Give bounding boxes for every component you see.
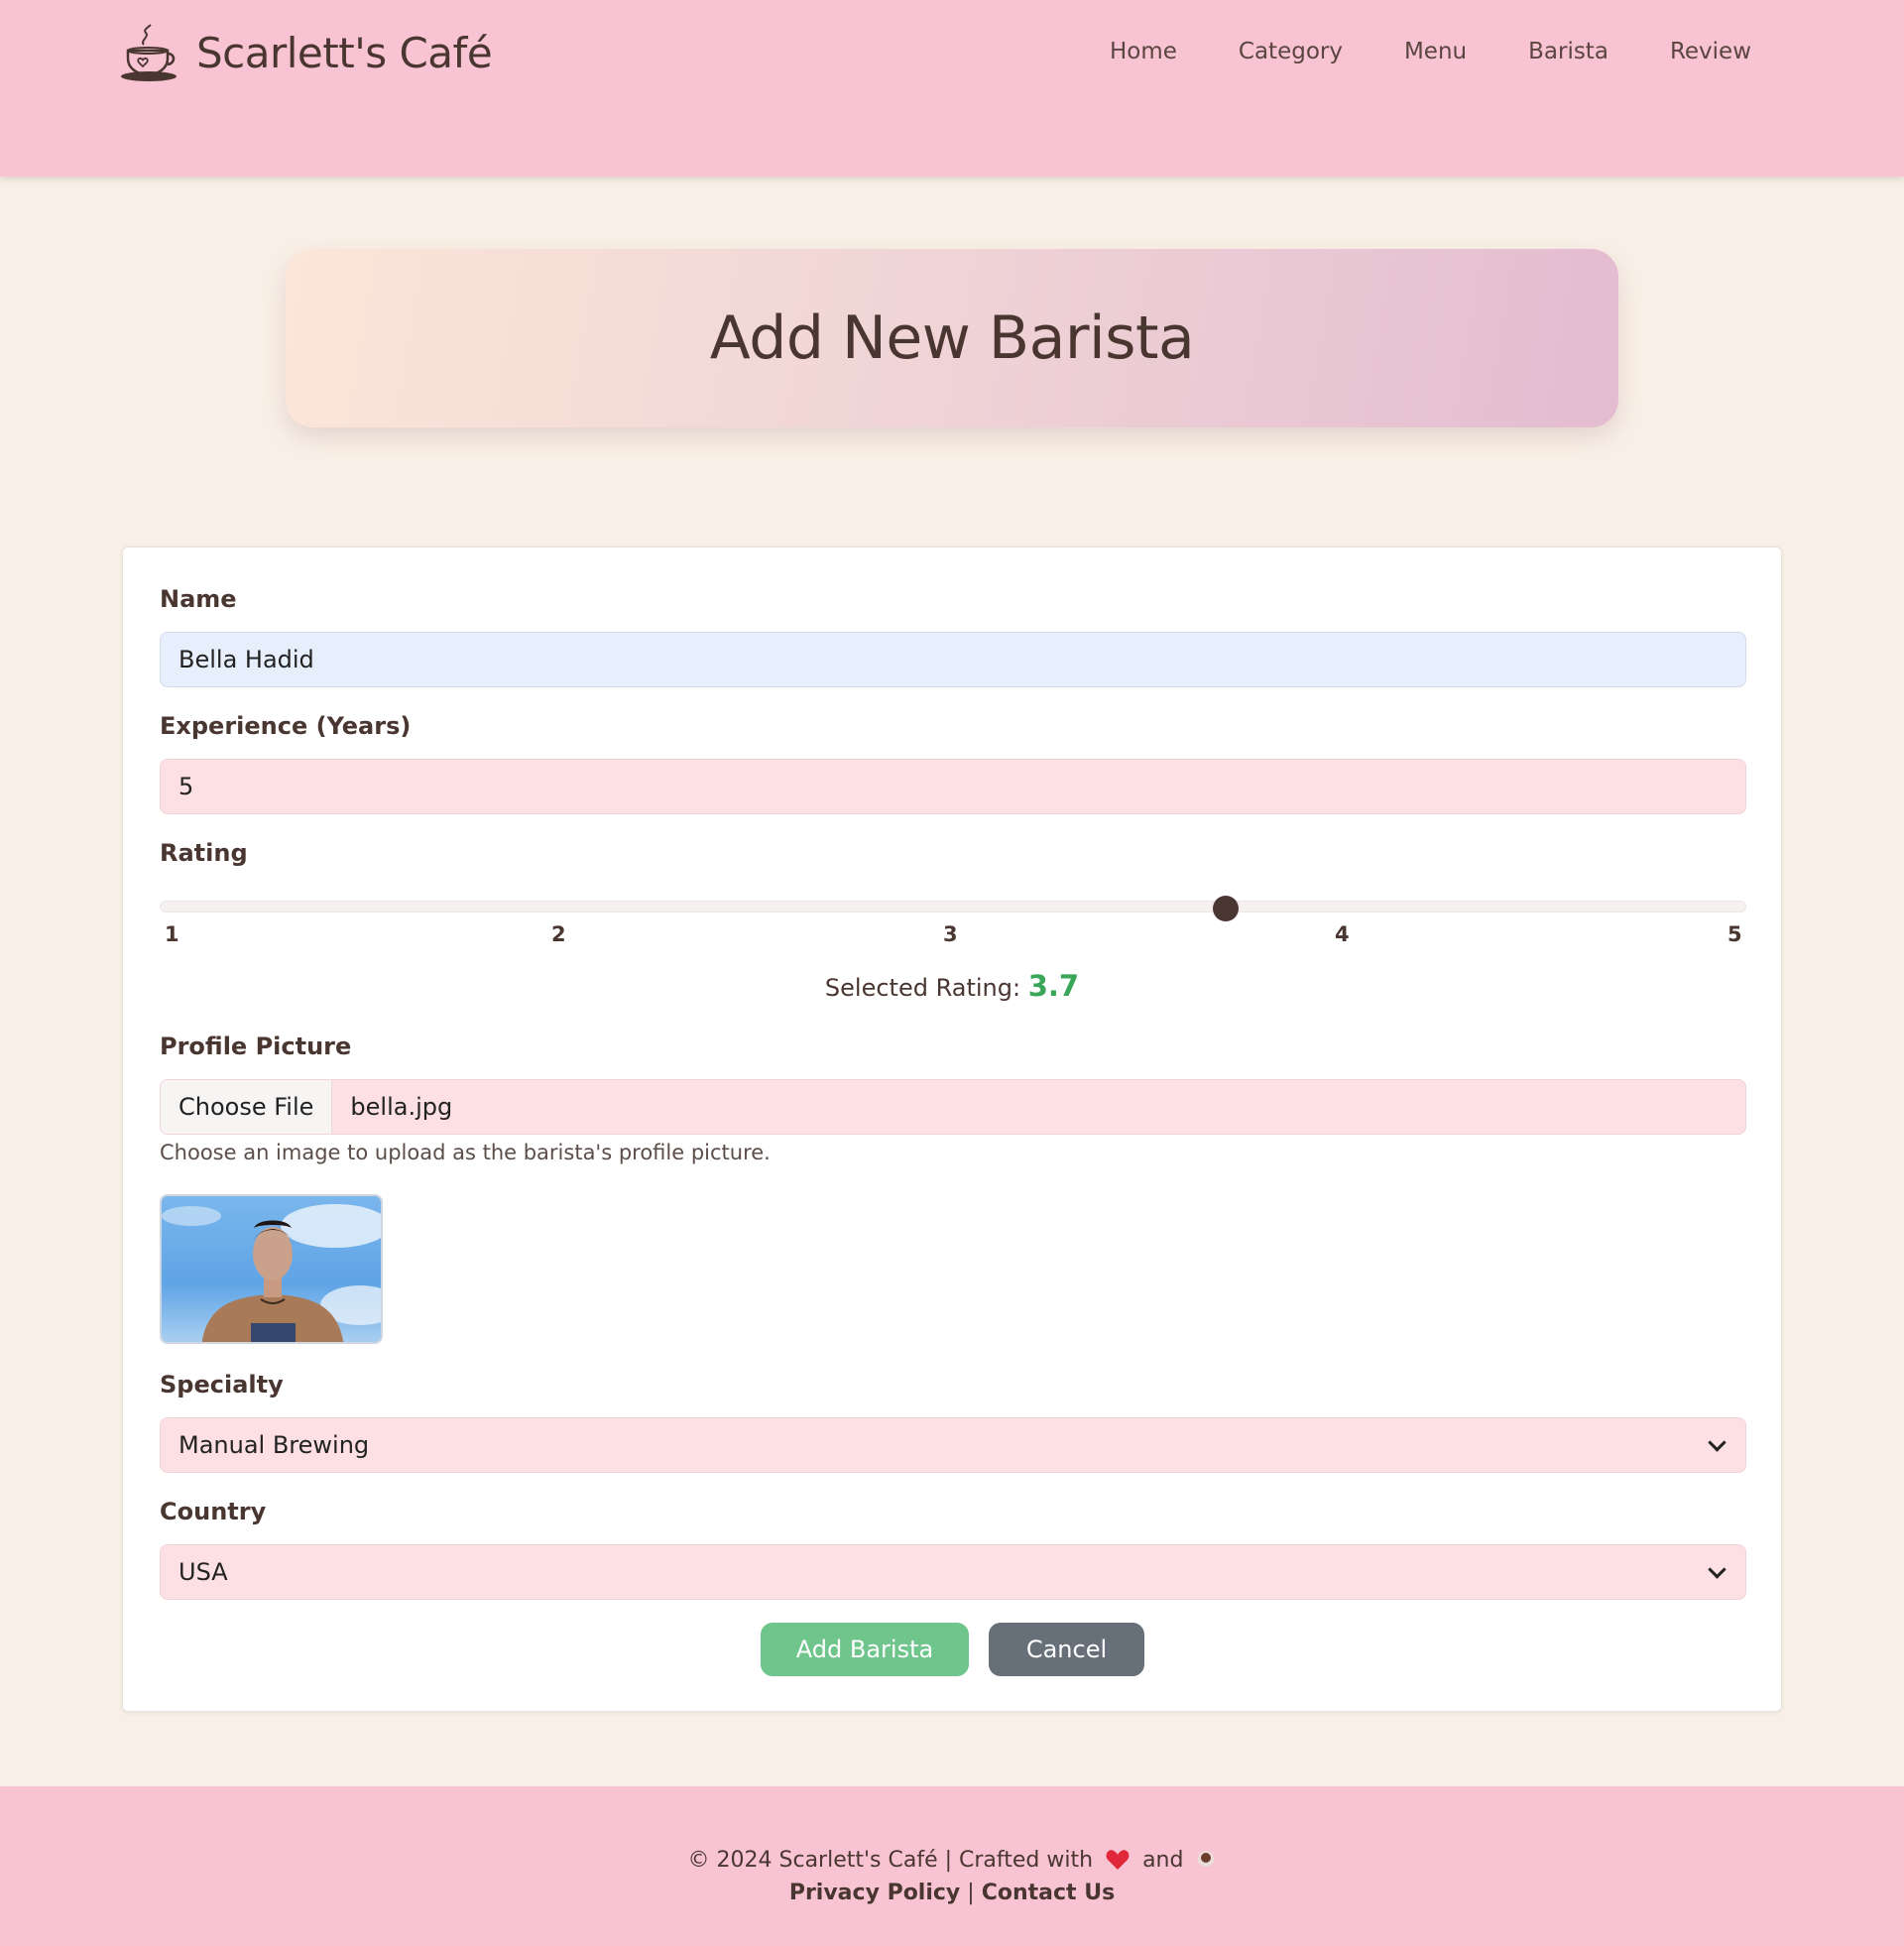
rating-tick-3: 3 [943,922,958,946]
country-value: USA [178,1558,228,1586]
country-select[interactable]: USA [160,1544,1746,1600]
nav-home[interactable]: Home [1110,34,1177,69]
experience-label: Experience (Years) [160,712,412,740]
specialty-value: Manual Brewing [178,1431,370,1459]
country-label: Country [160,1498,267,1525]
page-title: Add New Barista [709,304,1195,373]
profile-photo [162,1204,381,1342]
name-label: Name [160,585,237,613]
nav-barista[interactable]: Barista [1528,34,1608,69]
selected-rating: Selected Rating: 3.7 [123,969,1781,1003]
footer-links: Privacy Policy | Contact Us [0,1881,1904,1905]
site-footer: © 2024 Scarlett's Café | Crafted with an… [0,1786,1904,1946]
nav-review[interactable]: Review [1670,34,1751,69]
selected-rating-value: 3.7 [1027,969,1080,1003]
footer-and: and [1142,1848,1184,1873]
rating-tick-5: 5 [1727,922,1742,946]
nav-category[interactable]: Category [1239,34,1343,69]
experience-value: 5 [178,773,194,800]
chevron-down-icon [1708,1560,1726,1579]
footer-copyright: © 2024 Scarlett's Café | Crafted with an… [0,1848,1904,1873]
privacy-policy-link[interactable]: Privacy Policy [789,1881,960,1905]
rating-tick-1: 1 [165,922,179,946]
experience-input[interactable]: 5 [160,759,1746,814]
coffee-icon [1198,1851,1215,1867]
site-header: Scarlett's Café Home Category Menu Baris… [0,0,1904,177]
rating-tick-2: 2 [551,922,566,946]
specialty-label: Specialty [160,1371,284,1399]
choose-file-button[interactable]: Choose File [161,1080,333,1134]
profile-picture-hint: Choose an image to upload as the barista… [160,1141,771,1164]
brand-name: Scarlett's Café [196,28,493,77]
rating-slider-thumb[interactable] [1213,896,1240,921]
name-input[interactable]: Bella Hadid [160,632,1746,687]
heart-icon [1106,1850,1130,1870]
contact-us-link[interactable]: Contact Us [982,1881,1115,1905]
rating-label: Rating [160,839,248,867]
add-barista-form: Name Bella Hadid Experience (Years) 5 Ra… [122,547,1782,1712]
nav-menu[interactable]: Menu [1404,34,1467,69]
name-value: Bella Hadid [178,646,314,673]
add-barista-button[interactable]: Add Barista [761,1623,969,1676]
profile-picture-label: Profile Picture [160,1033,352,1060]
specialty-select[interactable]: Manual Brewing [160,1417,1746,1473]
cancel-button[interactable]: Cancel [989,1623,1144,1676]
page-title-banner: Add New Barista [286,249,1618,427]
selected-rating-label: Selected Rating: [824,974,1021,1002]
footer-separator: | [967,1881,975,1905]
copyright-text: © 2024 Scarlett's Café | Crafted with [687,1848,1094,1873]
brand-logo[interactable]: Scarlett's Café [119,20,493,85]
rating-slider-track[interactable] [160,901,1746,912]
main-nav: Home Category Menu Barista Review [1048,34,1751,69]
selected-file-name: bella.jpg [350,1093,453,1121]
coffee-cup-icon [121,24,177,81]
chevron-down-icon [1708,1433,1726,1452]
profile-picture-input[interactable]: Choose File bella.jpg [160,1079,1746,1135]
rating-tick-4: 4 [1335,922,1350,946]
profile-picture-preview [160,1194,383,1344]
